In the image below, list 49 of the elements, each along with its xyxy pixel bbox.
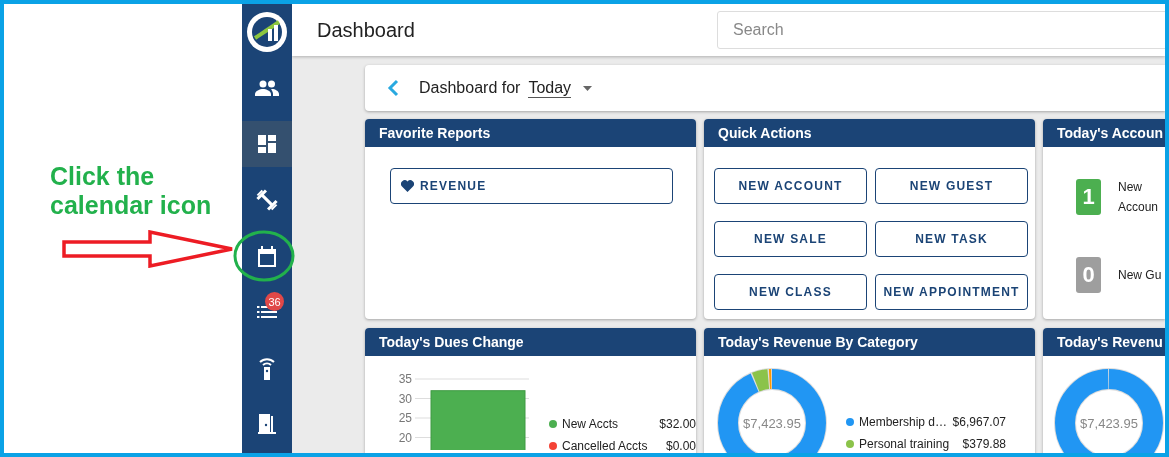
legend-value: $32.00	[659, 417, 696, 431]
count-tile: 1	[1076, 179, 1101, 215]
door-icon	[258, 414, 276, 434]
back-chevron-icon[interactable]	[387, 79, 399, 97]
quick-action-button[interactable]: NEW APPOINTMENT	[875, 274, 1028, 310]
sidebar-item[interactable]: 36	[242, 284, 292, 340]
page-title: Dashboard	[317, 18, 416, 42]
period-dropdown[interactable]: Today	[528, 78, 593, 98]
y-tick-label: 30	[398, 391, 412, 406]
caret-icon	[583, 85, 593, 91]
count-tile: 0	[1076, 257, 1101, 293]
people-icon	[255, 80, 279, 96]
card-title: Quick Actions	[718, 125, 812, 141]
legend-label: Personal training	[859, 437, 950, 451]
legend-label: Cancelled Accts	[562, 439, 648, 453]
legend-value: $379.88	[962, 437, 1006, 451]
card-title: Today's Revenu	[1057, 334, 1163, 350]
quick-action-button[interactable]: NEW SALE	[714, 221, 867, 257]
count-label: New Gu	[1118, 267, 1163, 284]
count-label: New Accoun	[1118, 179, 1160, 216]
card-title: Today's Accoun	[1057, 125, 1163, 141]
legend-label: New Accts	[562, 417, 618, 431]
dashboard-icon	[258, 135, 276, 153]
report-button[interactable]: REVENUE	[390, 168, 673, 204]
sidebar-item[interactable]	[242, 121, 292, 167]
card-title: Favorite Reports	[379, 125, 491, 141]
legend-label: Membership d…	[859, 415, 948, 429]
quick-action-button[interactable]: NEW GUEST	[875, 168, 1028, 204]
logo-icon[interactable]	[246, 11, 288, 53]
legend-value: $0.00	[665, 439, 696, 453]
card-title: Today's Dues Change	[379, 334, 524, 350]
donut-total: $7,423.95	[1079, 416, 1139, 431]
y-tick-label: 35	[398, 372, 412, 386]
search-field[interactable]: Search	[717, 11, 1165, 49]
dashboard-for-label: Dashboard for	[419, 79, 521, 97]
remote-icon	[258, 356, 276, 380]
dumbbell-icon	[256, 189, 278, 211]
y-tick-label: 25	[398, 411, 412, 425]
quick-action-button[interactable]: NEW TASK	[875, 221, 1028, 257]
annotation-text: Click the calendar icon	[50, 162, 213, 220]
y-tick-label: 20	[398, 430, 412, 445]
quick-action-button[interactable]: NEW ACCOUNT	[714, 168, 867, 204]
heart-icon	[401, 180, 414, 192]
card-title: Today's Revenue By Category	[718, 334, 918, 350]
calendar-icon	[257, 245, 277, 267]
donut-total: $7,423.95	[742, 416, 802, 431]
quick-action-button[interactable]: NEW CLASS	[714, 274, 867, 310]
legend-value: $6,967.07	[952, 415, 1006, 429]
count-badge: 36	[265, 292, 284, 311]
